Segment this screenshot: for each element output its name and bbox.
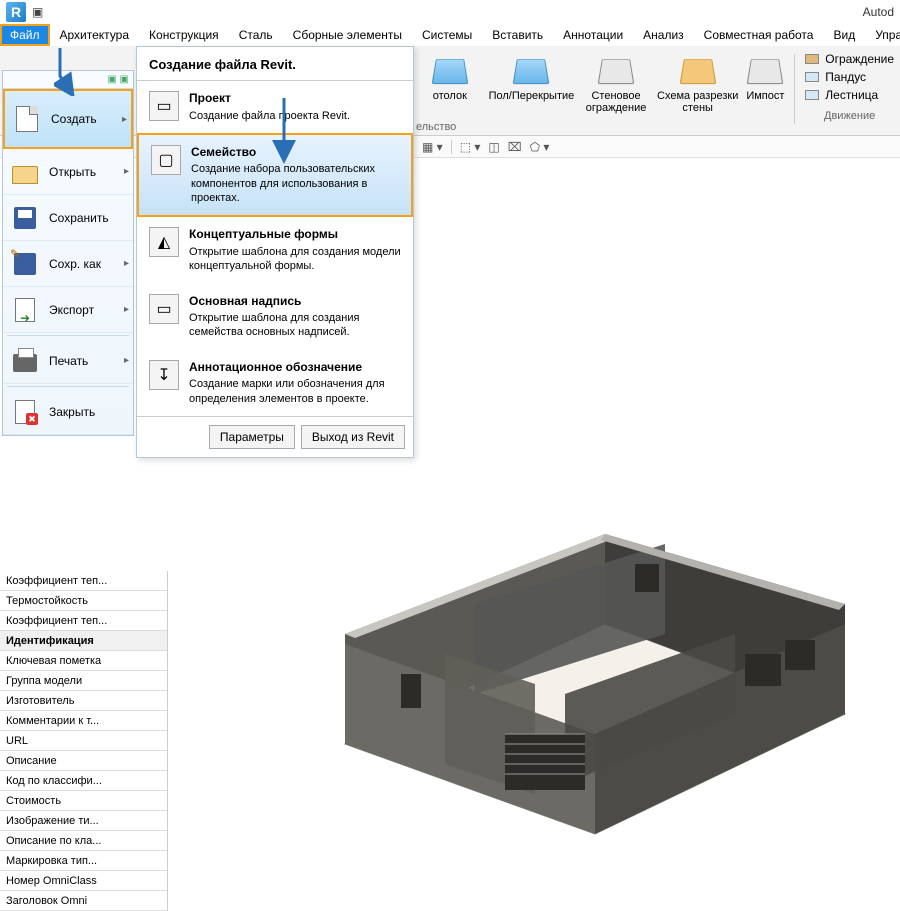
file-create-item[interactable]: Создать ▸ [3,89,133,149]
prop-row[interactable]: Коэффициент теп... [0,571,167,591]
prop-row[interactable]: URL [0,731,167,751]
prop-row[interactable]: Термостойкость [0,591,167,611]
tab-insert[interactable]: Вставить [482,24,553,46]
title-bar: R ▣ Autod [0,0,900,24]
options-button[interactable]: Параметры [209,425,295,449]
file-open-item[interactable]: Открыть ▸ [3,149,133,195]
prop-row[interactable]: Комментарии к т... [0,711,167,731]
curtain-grid-label: Схема разрезки стены [657,90,739,114]
conceptual-icon: ◭ [149,227,179,257]
file-saveas-item[interactable]: Сохр. как ▸ [3,241,133,287]
curtain-grid-button[interactable]: Схема разрезки стены [655,50,741,118]
ceiling-label: отолок [433,90,467,102]
flyout-titleblock[interactable]: ▭ Основная надписьОткрытие шаблона для с… [137,284,413,350]
building-model [305,444,865,844]
curtain-wall-label: Стеновое ограждение [579,90,653,114]
chevron-right-icon: ▸ [124,166,129,177]
build-group-label: ельство [416,121,456,133]
prop-row[interactable]: Ключевая пометка [0,651,167,671]
file-print-item[interactable]: Печать ▸ [3,338,133,384]
file-menu: ▣ ▣ Создать ▸ Открыть ▸ Сохранить Сохр. … [2,70,134,436]
prop-row[interactable]: Изображение ти... [0,811,167,831]
tutorial-arrow-icon [54,46,84,96]
prop-row[interactable]: Номер OmniClass [0,871,167,891]
tab-systems[interactable]: Системы [412,24,482,46]
ramp-button[interactable]: Пандус [805,70,894,84]
tab-structure[interactable]: Конструкция [139,24,229,46]
tab-analyze[interactable]: Анализ [633,24,694,46]
prop-row[interactable]: Описание по кла... [0,831,167,851]
prop-row[interactable]: Группа модели [0,671,167,691]
prop-row[interactable]: Изготовитель [0,691,167,711]
circulation-group: Ограждение Пандус Лестница Движение [799,50,900,124]
chevron-right-icon: ▸ [124,258,129,269]
tab-file[interactable]: Файл [0,24,50,46]
prop-row[interactable]: Код по классифи... [0,771,167,791]
ribbon-panel: отолок Пол/Перекрытие Стеновое ограждени… [0,46,900,136]
options-bar: ▦ ▾ ⬚ ▾ ◫ ⌧ ⬠ ▾ [0,136,900,158]
prop-row[interactable]: Стоимость [0,791,167,811]
brand-label: Autod [863,5,894,19]
prop-group-identity[interactable]: Идентификация [0,631,167,651]
file-export-item[interactable]: Экспорт ▸ [3,287,133,333]
toolbar-icon[interactable]: ⬚ ▾ [460,140,481,154]
chevron-right-icon: ▸ [122,114,127,125]
properties-panel: Коэффициент теп... Термостойкость Коэффи… [0,571,168,911]
floor-label: Пол/Перекрытие [489,90,575,102]
stair-button[interactable]: Лестница [805,88,894,102]
chevron-right-icon: ▸ [124,304,129,315]
ceiling-button[interactable]: отолок [414,50,486,106]
prop-row[interactable]: Маркировка тип... [0,851,167,871]
toolbar-icon[interactable]: ⌧ [508,140,522,154]
annotation-icon: ↧ [149,360,179,390]
titleblock-icon: ▭ [149,294,179,324]
file-save-item[interactable]: Сохранить [3,195,133,241]
app-logo: R [6,2,26,22]
tab-steel[interactable]: Сталь [229,24,283,46]
flyout-conceptual[interactable]: ◭ Концептуальные формыОткрытие шаблона д… [137,217,413,283]
toolbar-icon[interactable]: ⬠ ▾ [530,140,550,154]
mullion-label: Импост [746,90,784,102]
toolbar-icon[interactable]: ◫ [488,140,499,154]
tab-annotate[interactable]: Аннотации [553,24,633,46]
tab-architecture[interactable]: Архитектура [50,24,140,46]
tab-collab[interactable]: Совместная работа [694,24,824,46]
qat-icon[interactable]: ▣ [32,5,43,19]
chevron-right-icon: ▸ [124,355,129,366]
tab-manage[interactable]: Управлен [865,24,900,46]
flyout-header: Создание файла Revit. [137,47,413,81]
tab-precast[interactable]: Сборные элементы [283,24,412,46]
family-icon: ▢ [151,145,181,175]
mullion-button[interactable]: Импост [740,50,790,106]
project-icon: ▭ [149,91,179,121]
railing-button[interactable]: Ограждение [805,52,894,66]
curtain-wall-button[interactable]: Стеновое ограждение [577,50,655,118]
tab-view[interactable]: Вид [823,24,865,46]
prop-row[interactable]: Коэффициент теп... [0,611,167,631]
prop-row[interactable]: Заголовок Omni [0,891,167,911]
circulation-group-label: Движение [805,110,894,122]
prop-row[interactable]: Описание [0,751,167,771]
exit-revit-button[interactable]: Выход из Revit [301,425,405,449]
ribbon-tabs: Файл Архитектура Конструкция Сталь Сборн… [0,24,900,46]
flyout-annotation[interactable]: ↧ Аннотационное обозначениеСоздание марк… [137,350,413,416]
floor-button[interactable]: Пол/Перекрытие [486,50,578,106]
tutorial-arrow-icon [272,96,302,166]
file-close-item[interactable]: Закрыть [3,389,133,435]
